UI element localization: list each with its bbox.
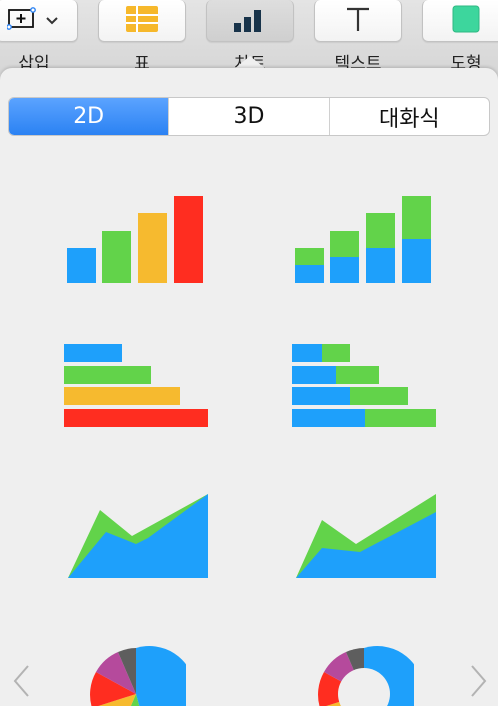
chart-icon xyxy=(230,4,270,38)
pie-chart-option[interactable] xyxy=(86,644,186,706)
donut-chart-option[interactable] xyxy=(314,644,414,706)
next-page-button[interactable] xyxy=(466,663,490,703)
stacked-bar-chart-option[interactable] xyxy=(288,338,448,433)
stacked-area-chart-option[interactable] xyxy=(288,488,448,583)
text-icon xyxy=(342,4,374,38)
tab-interactive[interactable]: 대화식 xyxy=(328,98,489,135)
chart-button[interactable] xyxy=(206,0,294,42)
tab-3d[interactable]: 3D xyxy=(168,98,328,135)
column-chart-option[interactable] xyxy=(60,188,210,288)
table-icon xyxy=(125,5,159,37)
tab-2d[interactable]: 2D xyxy=(9,98,169,135)
shape-icon xyxy=(451,4,481,38)
chart-popover: 2D 3D 대화식 xyxy=(0,68,498,706)
insert-button[interactable] xyxy=(0,0,78,42)
previous-page-button[interactable] xyxy=(10,663,34,703)
dimension-segmented-control: 2D 3D 대화식 xyxy=(8,97,490,136)
bar-chart-option[interactable] xyxy=(60,338,220,433)
text-button[interactable] xyxy=(314,0,402,42)
shape-button[interactable] xyxy=(422,0,498,42)
table-button[interactable] xyxy=(98,0,186,42)
chevron-right-icon xyxy=(466,665,490,703)
area-chart-option[interactable] xyxy=(60,488,220,583)
insert-icon xyxy=(6,6,41,35)
chevron-left-icon xyxy=(10,665,34,703)
stacked-column-chart-option[interactable] xyxy=(288,188,438,288)
chevron-down-icon xyxy=(45,11,59,30)
